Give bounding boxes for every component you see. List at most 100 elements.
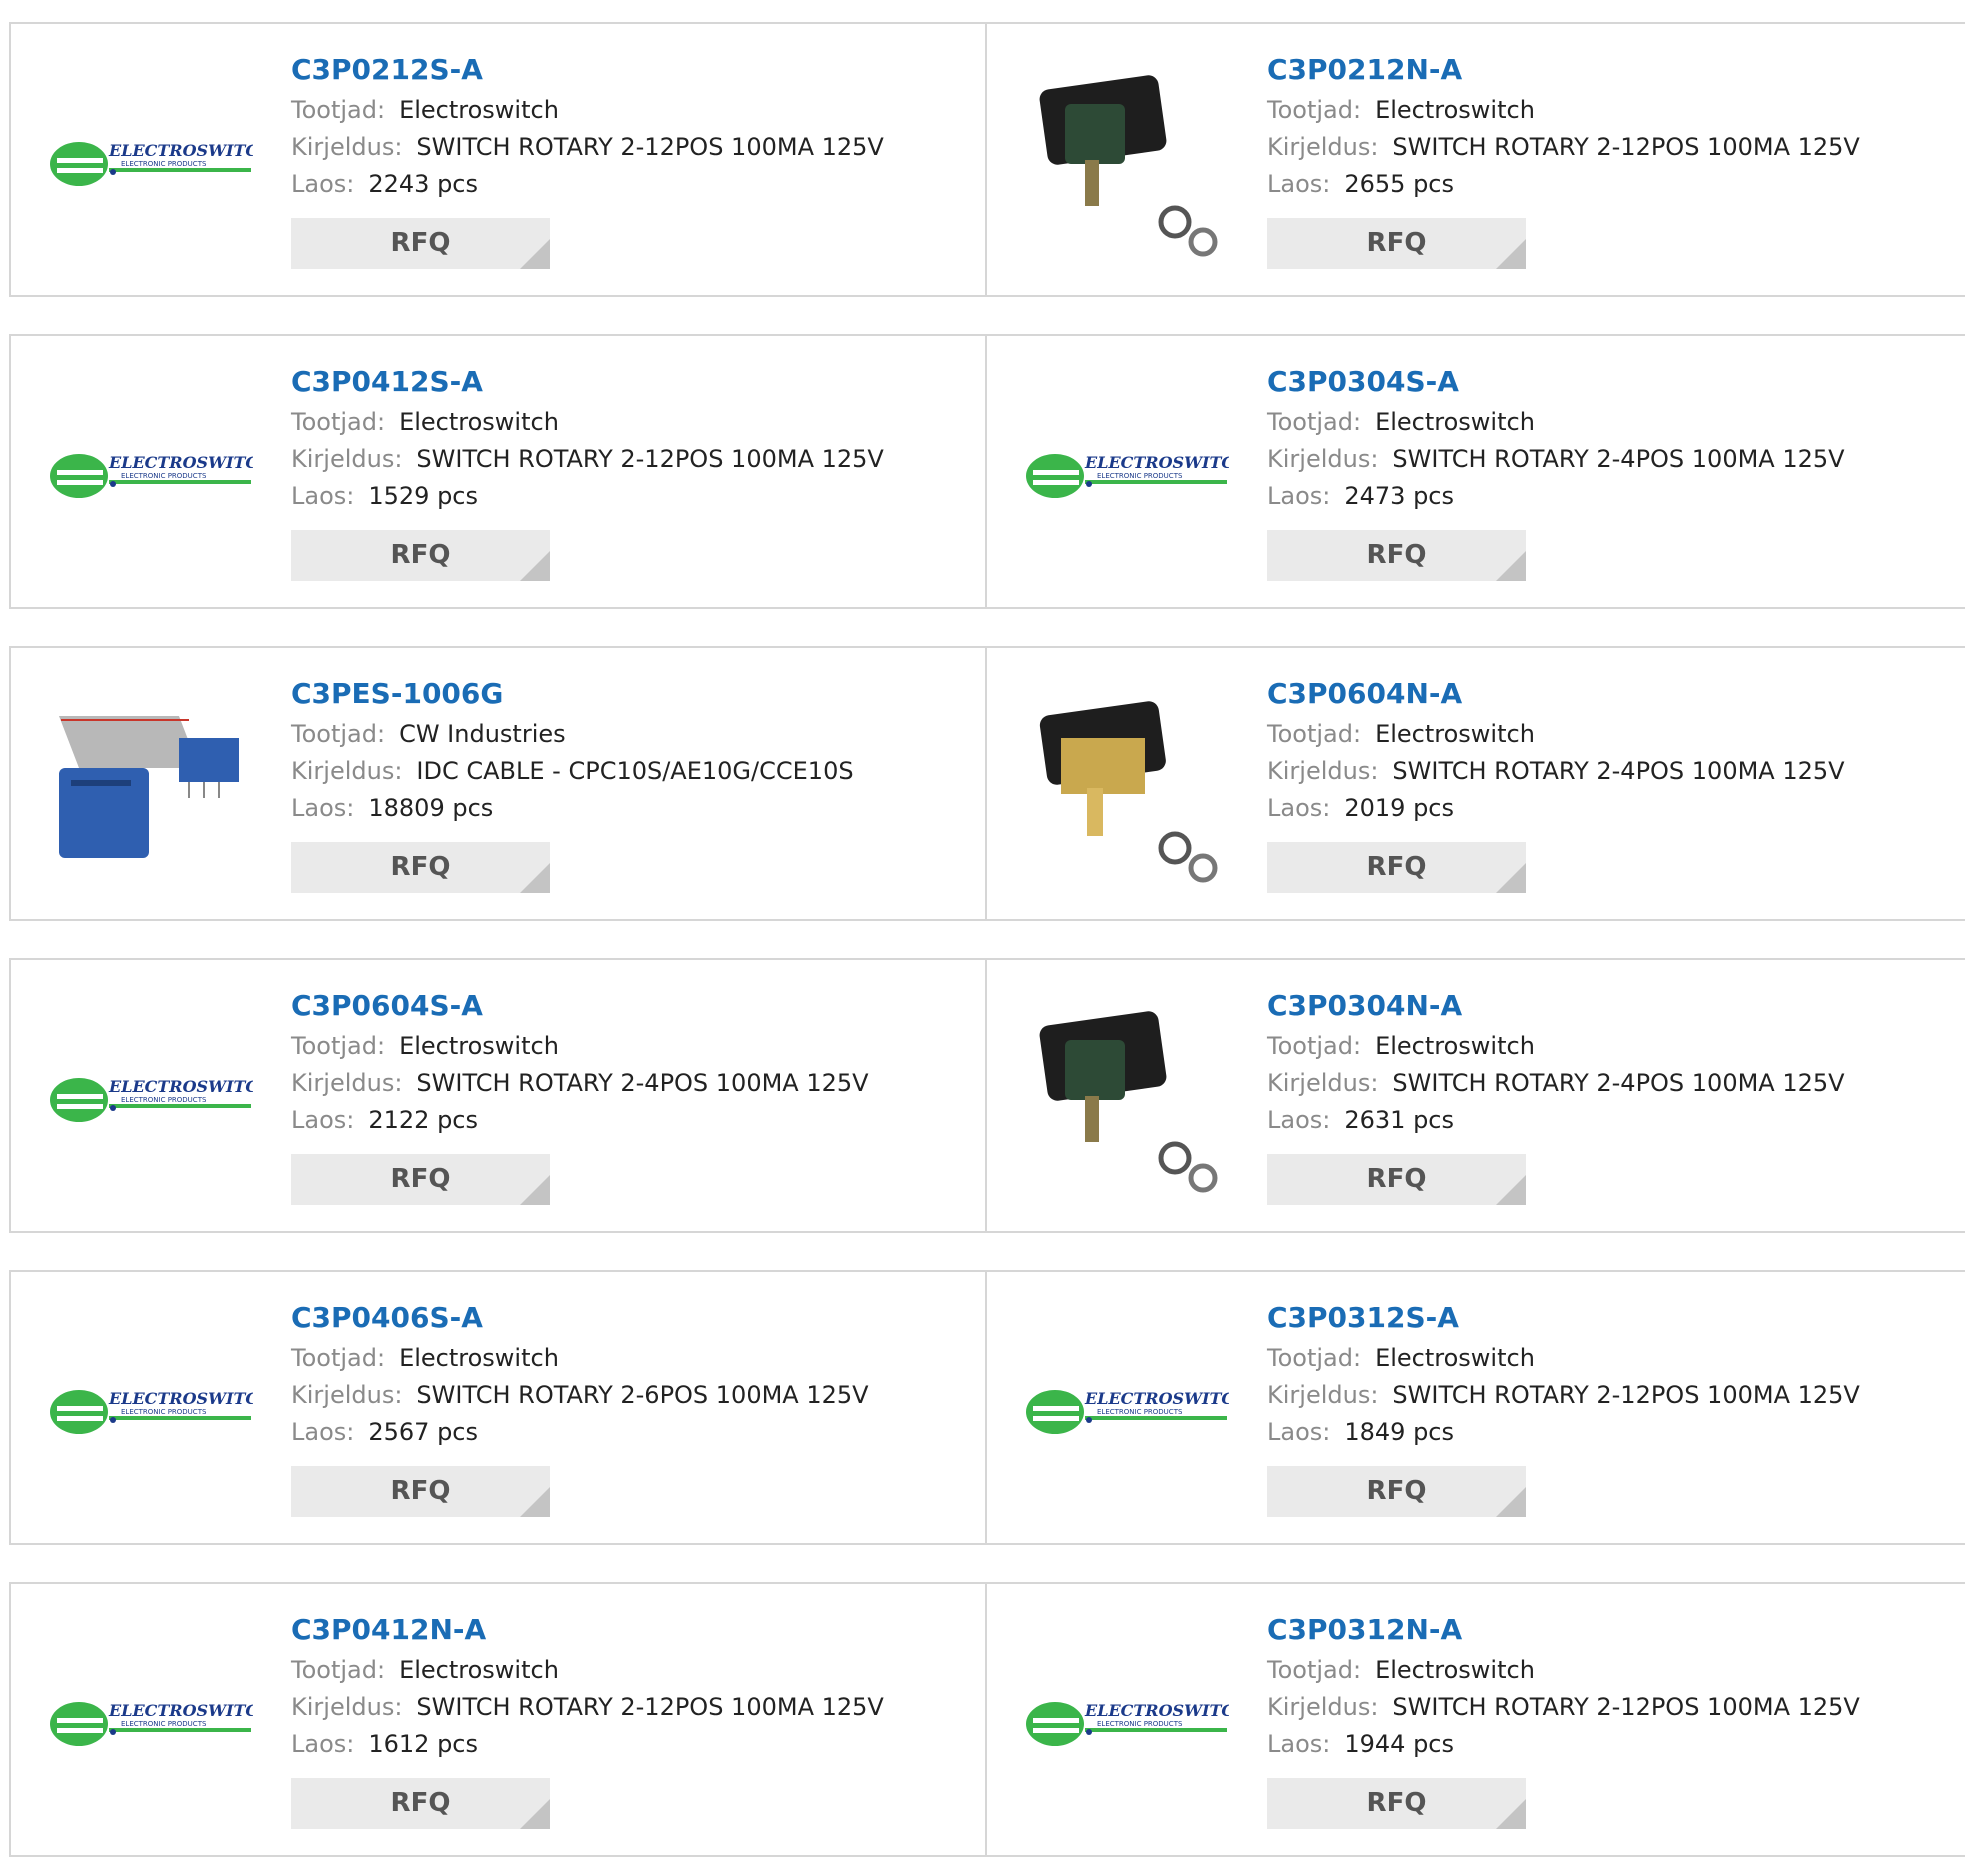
- stock-line: Laos: 1944 pcs: [1267, 1726, 1860, 1763]
- rfq-button[interactable]: RFQ: [291, 842, 550, 893]
- stock-value: 2631 pcs: [1344, 1106, 1454, 1134]
- desc-label: Kirjeldus:: [291, 133, 403, 161]
- desc-value: SWITCH ROTARY 2-12POS 100MA 125V: [416, 133, 884, 161]
- product-card: ELECTROSWITCHELECTRONIC PRODUCTS C3P0312…: [987, 1584, 1965, 1855]
- desc-value: SWITCH ROTARY 2-12POS 100MA 125V: [1392, 1693, 1860, 1721]
- desc-label: Kirjeldus:: [1267, 1069, 1379, 1097]
- rfq-button[interactable]: RFQ: [1267, 1466, 1526, 1517]
- stock-label: Laos:: [291, 1418, 355, 1446]
- stock-line: Laos: 2655 pcs: [1267, 166, 1860, 203]
- part-number-link[interactable]: C3P0304S-A: [1267, 364, 1845, 404]
- rfq-button[interactable]: RFQ: [1267, 1778, 1526, 1829]
- stock-value: 2019 pcs: [1344, 794, 1454, 822]
- product-card: ELECTROSWITCHELECTRONIC PRODUCTS C3P0412…: [9, 336, 987, 607]
- maker-label: Tootjad:: [291, 1344, 386, 1372]
- svg-text:ELECTRONIC PRODUCTS: ELECTRONIC PRODUCTS: [121, 1096, 207, 1104]
- maker-line: Tootjad: CW Industries: [291, 716, 854, 753]
- stock-label: Laos:: [1267, 482, 1331, 510]
- maker-label: Tootjad:: [1267, 1656, 1362, 1684]
- idc-cable-photo[interactable]: [49, 688, 253, 888]
- stock-label: Laos:: [291, 170, 355, 198]
- rotary-switch-photo[interactable]: [1025, 64, 1229, 264]
- maker-line: Tootjad: Electroswitch: [291, 1028, 869, 1065]
- svg-text:ELECTROSWITCH: ELECTROSWITCH: [1084, 453, 1229, 472]
- desc-label: Kirjeldus:: [291, 757, 403, 785]
- rfq-button[interactable]: RFQ: [1267, 842, 1526, 893]
- svg-text:ELECTROSWITCH: ELECTROSWITCH: [108, 453, 253, 472]
- rfq-button[interactable]: RFQ: [291, 218, 550, 269]
- svg-text:ELECTRONIC PRODUCTS: ELECTRONIC PRODUCTS: [1097, 472, 1183, 480]
- electroswitch-logo[interactable]: ELECTROSWITCHELECTRONIC PRODUCTS: [1025, 1624, 1229, 1824]
- stock-value: 1529 pcs: [368, 482, 478, 510]
- stock-label: Laos:: [1267, 1730, 1331, 1758]
- rfq-button[interactable]: RFQ: [291, 1778, 550, 1829]
- svg-text:ELECTROSWITCH: ELECTROSWITCH: [108, 1701, 253, 1720]
- desc-label: Kirjeldus:: [1267, 757, 1379, 785]
- maker-value: Electroswitch: [399, 1656, 559, 1684]
- product-row: ELECTROSWITCHELECTRONIC PRODUCTS C3P0212…: [9, 22, 1965, 297]
- rfq-label: RFQ: [390, 1476, 451, 1506]
- rfq-button[interactable]: RFQ: [291, 530, 550, 581]
- part-number-link[interactable]: C3P0312N-A: [1267, 1612, 1860, 1652]
- part-number-link[interactable]: C3P0604S-A: [291, 988, 869, 1028]
- stock-value: 2655 pcs: [1344, 170, 1454, 198]
- rfq-label: RFQ: [1366, 1476, 1427, 1506]
- svg-text:ELECTROSWITCH: ELECTROSWITCH: [108, 1389, 253, 1408]
- part-number-link[interactable]: C3P0212N-A: [1267, 52, 1860, 92]
- corner-triangle-icon: [520, 863, 550, 893]
- electroswitch-logo[interactable]: ELECTROSWITCHELECTRONIC PRODUCTS: [1025, 1312, 1229, 1512]
- electroswitch-logo[interactable]: ELECTROSWITCHELECTRONIC PRODUCTS: [49, 1312, 253, 1512]
- desc-line: Kirjeldus: SWITCH ROTARY 2-4POS 100MA 125…: [291, 1065, 869, 1102]
- rotary-switch-photo[interactable]: [1025, 1000, 1229, 1200]
- product-info: C3P0312N-A Tootjad: Electroswitch Kirjeld…: [1267, 1612, 1860, 1829]
- product-card: ELECTROSWITCHELECTRONIC PRODUCTS C3P0604…: [9, 960, 987, 1231]
- rfq-button[interactable]: RFQ: [1267, 530, 1526, 581]
- part-number-link[interactable]: C3P0412N-A: [291, 1612, 884, 1652]
- stock-line: Laos: 1612 pcs: [291, 1726, 884, 1763]
- maker-label: Tootjad:: [1267, 96, 1362, 124]
- svg-text:ELECTRONIC PRODUCTS: ELECTRONIC PRODUCTS: [1097, 1720, 1183, 1728]
- stock-value: 2122 pcs: [368, 1106, 478, 1134]
- product-card: C3P0304N-A Tootjad: Electroswitch Kirjeld…: [987, 960, 1965, 1231]
- desc-label: Kirjeldus:: [291, 1693, 403, 1721]
- electroswitch-logo[interactable]: ELECTROSWITCHELECTRONIC PRODUCTS: [49, 1624, 253, 1824]
- desc-value: SWITCH ROTARY 2-12POS 100MA 125V: [416, 1693, 884, 1721]
- part-number-link[interactable]: C3PES-1006G: [291, 676, 854, 716]
- electroswitch-logo[interactable]: ELECTROSWITCHELECTRONIC PRODUCTS: [49, 64, 253, 264]
- desc-value: SWITCH ROTARY 2-4POS 100MA 125V: [1392, 445, 1845, 473]
- rfq-button[interactable]: RFQ: [291, 1466, 550, 1517]
- rfq-button[interactable]: RFQ: [1267, 218, 1526, 269]
- product-info: C3P0212N-A Tootjad: Electroswitch Kirjeld…: [1267, 52, 1860, 269]
- desc-value: SWITCH ROTARY 2-12POS 100MA 125V: [1392, 1381, 1860, 1409]
- maker-label: Tootjad:: [291, 720, 386, 748]
- rfq-button[interactable]: RFQ: [1267, 1154, 1526, 1205]
- desc-label: Kirjeldus:: [1267, 133, 1379, 161]
- desc-label: Kirjeldus:: [1267, 1381, 1379, 1409]
- desc-line: Kirjeldus: SWITCH ROTARY 2-12POS 100MA 12…: [1267, 1377, 1860, 1414]
- part-number-link[interactable]: C3P0604N-A: [1267, 676, 1845, 716]
- stock-line: Laos: 2019 pcs: [1267, 790, 1845, 827]
- desc-line: Kirjeldus: SWITCH ROTARY 2-4POS 100MA 125…: [1267, 441, 1845, 478]
- corner-triangle-icon: [1496, 1799, 1526, 1829]
- rotary-switch-gold-photo[interactable]: [1025, 688, 1229, 888]
- corner-triangle-icon: [520, 1799, 550, 1829]
- svg-text:ELECTRONIC PRODUCTS: ELECTRONIC PRODUCTS: [121, 160, 207, 168]
- part-number-link[interactable]: C3P0312S-A: [1267, 1300, 1860, 1340]
- part-number-link[interactable]: C3P0304N-A: [1267, 988, 1845, 1028]
- maker-value: Electroswitch: [1375, 408, 1535, 436]
- product-info: C3PES-1006G Tootjad: CW Industries Kirjel…: [291, 676, 854, 893]
- electroswitch-logo[interactable]: ELECTROSWITCHELECTRONIC PRODUCTS: [49, 376, 253, 576]
- rfq-label: RFQ: [390, 1788, 451, 1818]
- maker-label: Tootjad:: [291, 408, 386, 436]
- stock-line: Laos: 1849 pcs: [1267, 1414, 1860, 1451]
- rfq-button[interactable]: RFQ: [291, 1154, 550, 1205]
- stock-line: Laos: 2473 pcs: [1267, 478, 1845, 515]
- stock-line: Laos: 18809 pcs: [291, 790, 854, 827]
- stock-line: Laos: 2122 pcs: [291, 1102, 869, 1139]
- part-number-link[interactable]: C3P0406S-A: [291, 1300, 869, 1340]
- electroswitch-logo[interactable]: ELECTROSWITCHELECTRONIC PRODUCTS: [49, 1000, 253, 1200]
- part-number-link[interactable]: C3P0412S-A: [291, 364, 884, 404]
- electroswitch-logo[interactable]: ELECTROSWITCHELECTRONIC PRODUCTS: [1025, 376, 1229, 576]
- product-card: ELECTROSWITCHELECTRONIC PRODUCTS C3P0312…: [987, 1272, 1965, 1543]
- part-number-link[interactable]: C3P0212S-A: [291, 52, 884, 92]
